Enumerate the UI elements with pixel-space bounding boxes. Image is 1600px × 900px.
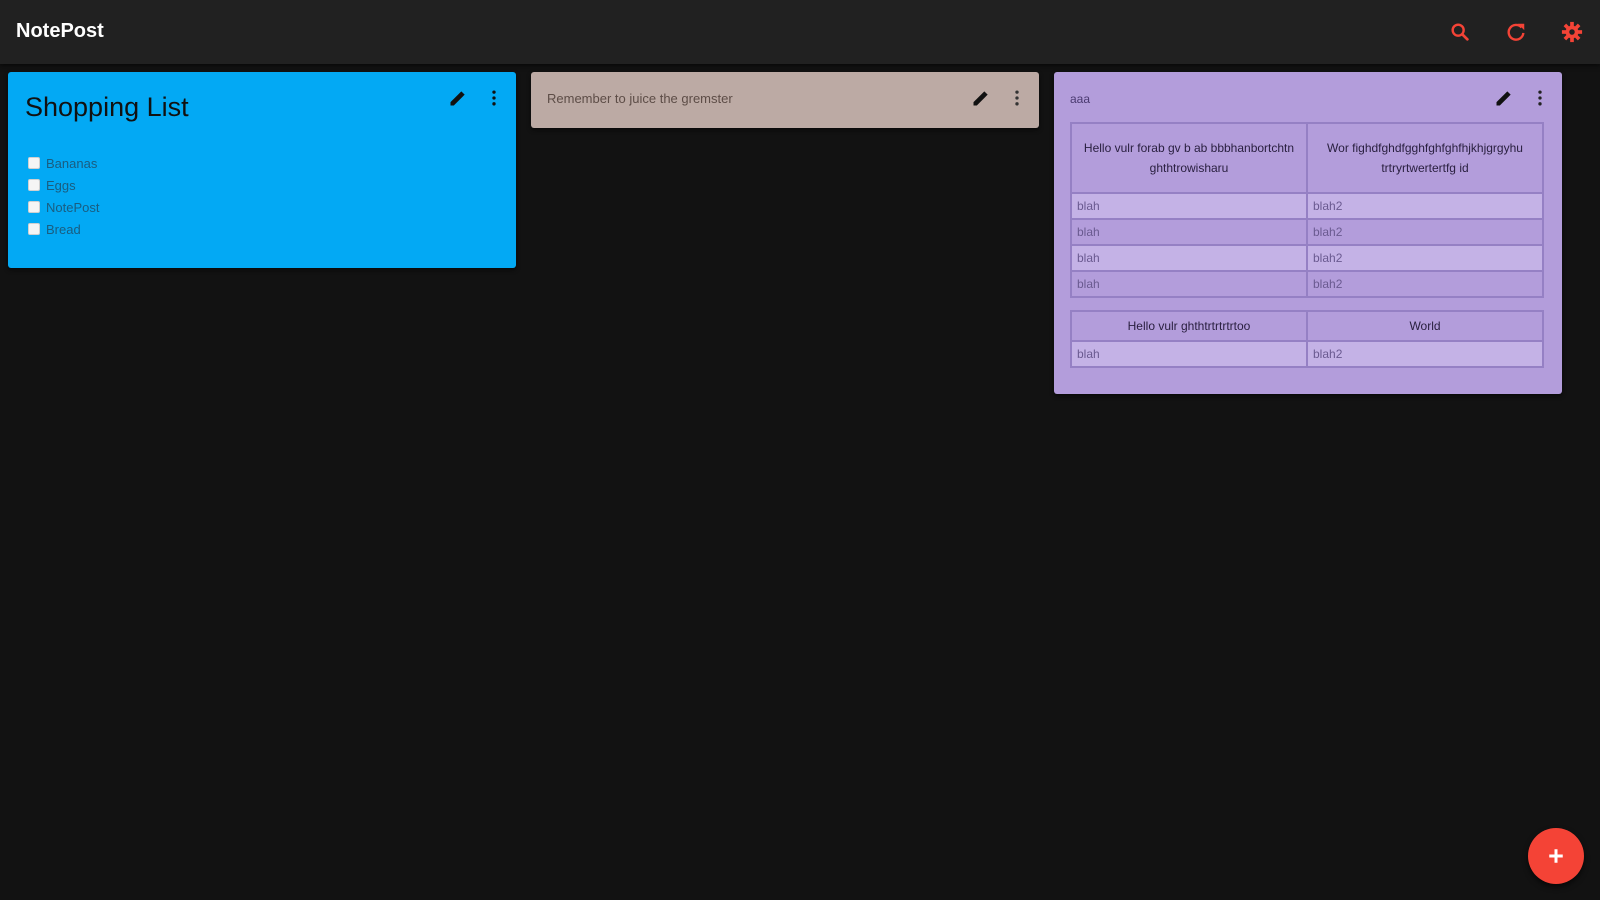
note-table: Hello vulr forab gv b ab bbbhanbortchtn … — [1070, 122, 1544, 298]
table-row: blah blah2 — [1070, 244, 1544, 272]
table-cell: blah2 — [1306, 270, 1544, 298]
edit-button[interactable] — [446, 86, 470, 110]
note-card-table[interactable]: aaa Hello vulr forab gv b ab bbbhanbortc… — [1054, 72, 1562, 394]
table-header-cell: Hello vulr forab gv b ab bbbhanbortchtn … — [1070, 122, 1308, 194]
more-options-button[interactable] — [1528, 86, 1552, 110]
search-icon — [1451, 23, 1469, 41]
more-vert-icon — [1538, 90, 1542, 106]
table-row: blah blah2 — [1070, 218, 1544, 246]
pencil-icon — [973, 91, 988, 106]
more-vert-icon — [492, 90, 496, 106]
app-bar: NotePost — [0, 0, 1600, 64]
checklist-item-label: Bread — [46, 221, 81, 237]
pencil-icon — [1496, 91, 1511, 106]
note-card-shopping-list[interactable]: Shopping List Bananas Eggs NotePost Brea… — [8, 72, 516, 268]
edit-button[interactable] — [969, 86, 993, 110]
checklist-item-label: Bananas — [46, 155, 98, 171]
table-cell: blah — [1070, 340, 1308, 368]
table-row: blah blah2 — [1070, 270, 1544, 298]
more-options-button[interactable] — [1005, 86, 1029, 110]
checkbox[interactable] — [28, 201, 40, 213]
table-cell: blah2 — [1306, 192, 1544, 220]
note-card-reminder[interactable]: Remember to juice the gremster — [531, 72, 1039, 128]
settings-button[interactable] — [1558, 18, 1586, 46]
checkbox[interactable] — [28, 179, 40, 191]
table-cell: blah — [1070, 192, 1308, 220]
table-header-cell: World — [1306, 310, 1544, 342]
table-row: blah blah2 — [1070, 340, 1544, 368]
note-text: Remember to juice the gremster — [547, 91, 733, 106]
table-cell: blah — [1070, 244, 1308, 272]
checklist-item-label: NotePost — [46, 199, 100, 215]
note-title: Shopping List — [25, 92, 189, 122]
checklist-item-label: Eggs — [46, 177, 76, 193]
checklist-item: NotePost — [28, 196, 99, 218]
edit-button[interactable] — [1492, 86, 1516, 110]
more-options-button[interactable] — [482, 86, 506, 110]
table-header-cell: Hello vulr ghthtrtrtrtrtoo — [1070, 310, 1308, 342]
table-cell: blah2 — [1306, 340, 1544, 368]
table-row: blah blah2 — [1070, 192, 1544, 220]
plus-icon — [1549, 849, 1563, 863]
app-title: NotePost — [16, 20, 104, 42]
table-cell: blah — [1070, 270, 1308, 298]
table-cell: blah2 — [1306, 218, 1544, 246]
refresh-button[interactable] — [1502, 18, 1530, 46]
note-table: Hello vulr ghthtrtrtrtrtoo World blah bl… — [1070, 310, 1544, 368]
settings-icon — [1561, 21, 1583, 43]
table-cell: blah2 — [1306, 244, 1544, 272]
checkbox[interactable] — [28, 157, 40, 169]
note-title: aaa — [1070, 92, 1091, 106]
checklist-item: Bananas — [28, 152, 99, 174]
more-vert-icon — [1015, 90, 1019, 106]
pencil-icon — [450, 91, 465, 106]
checklist: Bananas Eggs NotePost Bread — [28, 152, 99, 240]
add-note-button[interactable] — [1528, 828, 1584, 884]
checklist-item: Eggs — [28, 174, 99, 196]
refresh-icon — [1507, 23, 1525, 41]
table-header-cell: Wor fighdfghdfgghfghfghfhjkhjgrgyhu trtr… — [1306, 122, 1544, 194]
checkbox[interactable] — [28, 223, 40, 235]
search-button[interactable] — [1446, 18, 1474, 46]
checklist-item: Bread — [28, 218, 99, 240]
table-cell: blah — [1070, 218, 1308, 246]
